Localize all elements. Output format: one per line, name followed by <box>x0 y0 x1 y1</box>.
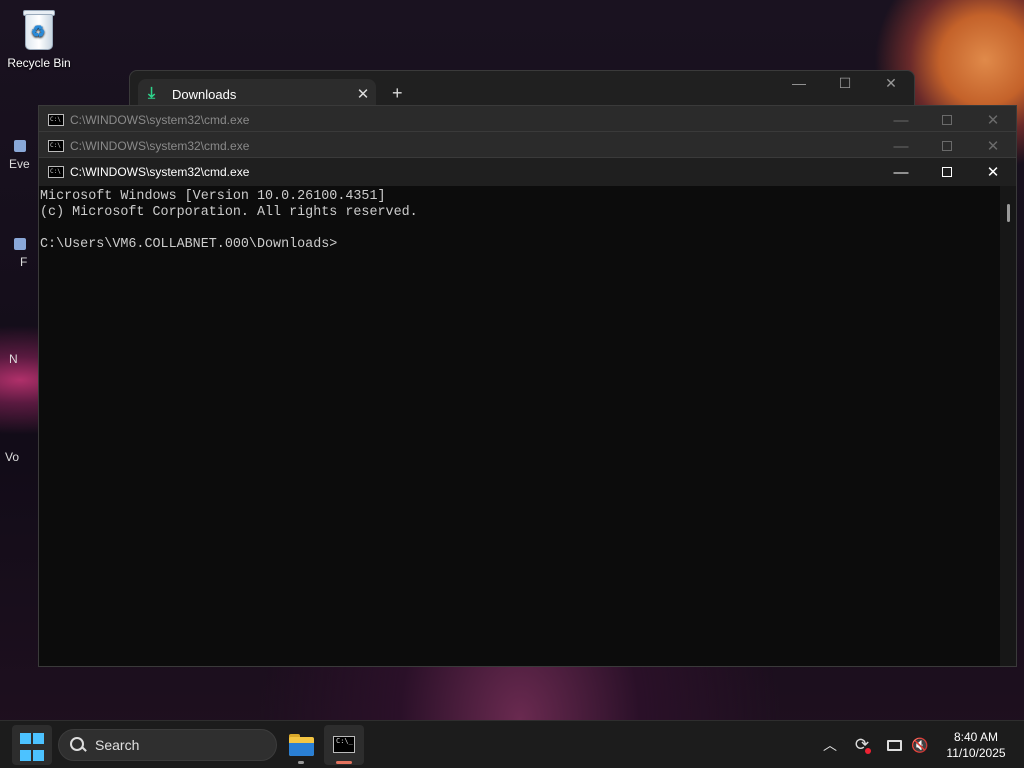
explorer-tab-label: Downloads <box>172 86 237 102</box>
cmd-window-title: C:\WINDOWS\system32\cmd.exe <box>70 139 250 153</box>
vertical-scrollbar[interactable] <box>1000 186 1016 666</box>
explorer-close-button[interactable]: ✕ <box>868 75 914 92</box>
maximize-icon <box>942 141 952 151</box>
console-output[interactable]: Microsoft Windows [Version 10.0.26100.43… <box>39 186 1000 666</box>
recycle-bin-label: Recycle Bin <box>7 56 71 70</box>
desktop-shortcut-icon[interactable] <box>14 140 26 152</box>
explorer-maximize-button[interactable]: ☐ <box>822 75 868 92</box>
maximize-icon <box>942 167 952 177</box>
cmd-icon: C:\ <box>48 114 64 126</box>
scrollbar-thumb[interactable] <box>1007 204 1010 222</box>
active-indicator <box>336 761 352 764</box>
taskbar-file-explorer[interactable] <box>281 725 321 765</box>
new-tab-button[interactable]: + <box>392 83 403 104</box>
minimize-button[interactable]: — <box>878 132 924 160</box>
clock-time: 8:40 AM <box>953 730 999 744</box>
start-button[interactable] <box>12 725 52 765</box>
sync-status-icon[interactable]: ⟳ <box>850 721 874 768</box>
cmd-window-active[interactable]: C:\ C:\WINDOWS\system32\cmd.exe — ✕ Micr… <box>38 157 1017 667</box>
maximize-button[interactable] <box>924 158 970 186</box>
minimize-button[interactable]: — <box>878 158 924 186</box>
explorer-minimize-button[interactable]: — <box>776 75 822 92</box>
desktop-shortcut-label: Eve <box>9 157 30 171</box>
cmd-window-title: C:\WINDOWS\system32\cmd.exe <box>70 165 250 179</box>
close-button[interactable]: ✕ <box>970 106 1016 134</box>
taskbar: Search C:\_ ︿ ⟳ 🔇 8:40 AM 11/10/2025 <box>0 720 1024 768</box>
cmd-window-title: C:\WINDOWS\system32\cmd.exe <box>70 113 250 127</box>
close-button[interactable]: ✕ <box>970 132 1016 160</box>
console-line: (c) Microsoft Corporation. All rights re… <box>40 205 418 220</box>
terminal-icon: C:\_ <box>333 736 355 753</box>
recycle-bin-icon: ♻ <box>21 8 57 52</box>
maximize-button[interactable] <box>924 132 970 160</box>
maximize-icon <box>942 115 952 125</box>
minimize-button[interactable]: — <box>878 106 924 134</box>
running-indicator <box>298 761 304 764</box>
system-clock[interactable]: 8:40 AM 11/10/2025 <box>936 729 1016 761</box>
desktop-shortcut-label: Vo <box>5 450 20 464</box>
volume-muted-icon[interactable]: 🔇 <box>908 721 932 768</box>
cmd-titlebar[interactable]: C:\ C:\WINDOWS\system32\cmd.exe — ✕ <box>39 106 1016 134</box>
maximize-button[interactable] <box>924 106 970 134</box>
cmd-titlebar[interactable]: C:\ C:\WINDOWS\system32\cmd.exe — ✕ <box>39 158 1016 186</box>
recycle-bin-shortcut[interactable]: ♻ Recycle Bin <box>1 8 77 70</box>
taskbar-command-prompt[interactable]: C:\_ <box>324 725 364 765</box>
cmd-icon: C:\ <box>48 140 64 152</box>
desktop-shortcut-label: N <box>9 352 18 366</box>
alert-dot <box>865 748 871 754</box>
cmd-titlebar[interactable]: C:\ C:\WINDOWS\system32\cmd.exe — ✕ <box>39 132 1016 160</box>
desktop-shortcut-icon[interactable] <box>14 238 26 250</box>
download-icon: ⤓ <box>148 85 156 102</box>
search-box[interactable]: Search <box>58 729 277 761</box>
search-label: Search <box>95 737 140 753</box>
show-hidden-icons-chevron-icon[interactable]: ︿ <box>818 721 842 768</box>
console-line: Microsoft Windows [Version 10.0.26100.43… <box>40 189 386 204</box>
desktop-shortcut-label: F <box>20 255 28 269</box>
console-prompt: C:\Users\VM6.COLLABNET.000\Downloads> <box>40 237 338 252</box>
network-icon[interactable] <box>882 721 906 768</box>
cmd-icon: C:\ <box>48 166 64 178</box>
clock-date: 11/10/2025 <box>946 746 1006 760</box>
search-icon <box>69 736 87 754</box>
windows-logo-icon <box>20 733 31 744</box>
close-tab-icon[interactable]: ✕ <box>350 85 376 103</box>
close-button[interactable]: ✕ <box>970 158 1016 186</box>
